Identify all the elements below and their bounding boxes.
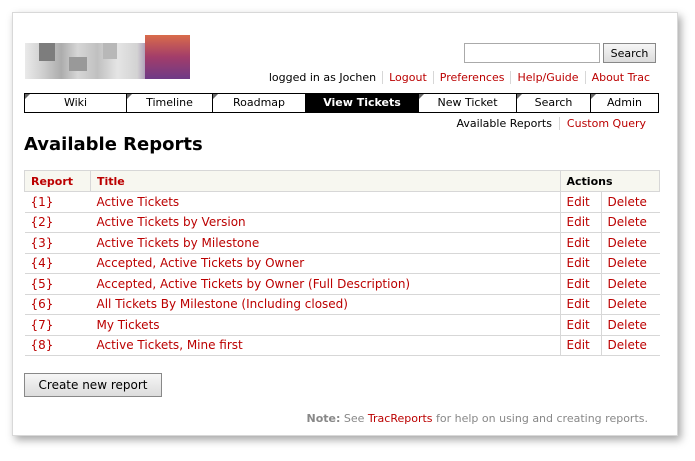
report-id-link[interactable]: {2} <box>24 212 91 233</box>
tab-admin[interactable]: Admin <box>590 94 658 112</box>
table-row: {8} Active Tickets, Mine first Edit Dele… <box>24 335 660 356</box>
tab-corner-icon <box>127 94 132 99</box>
edit-link[interactable]: Edit <box>559 314 601 336</box>
trac-window: Search logged in as Jochen Logout Prefer… <box>12 12 678 436</box>
actions-column-header: Actions <box>559 170 660 192</box>
tab-label: Roadmap <box>232 96 286 109</box>
tab-roadmap[interactable]: Roadmap <box>212 94 305 112</box>
tab-corner-icon <box>213 94 218 99</box>
table-row: {1} Active Tickets Edit Delete <box>24 191 660 213</box>
table-header-row: Report Title Actions <box>24 170 660 192</box>
tab-corner-icon <box>591 94 596 99</box>
note-pre-text: See <box>340 412 368 425</box>
table-row: {3} Active Tickets by Milestone Edit Del… <box>24 232 660 254</box>
tab-label: Wiki <box>63 96 88 109</box>
delete-link[interactable]: Delete <box>600 253 660 274</box>
meta-navigation: logged in as Jochen Logout Preferences H… <box>263 71 656 84</box>
table-row: {2} Active Tickets by Version Edit Delet… <box>24 212 660 233</box>
about-trac-link[interactable]: About Trac <box>584 71 656 84</box>
tab-view-tickets[interactable]: View Tickets <box>305 94 418 112</box>
tab-wiki[interactable]: Wiki <box>25 94 126 112</box>
report-id-link[interactable]: {8} <box>24 335 91 356</box>
edit-link[interactable]: Edit <box>559 191 601 213</box>
note-label: Note: <box>306 412 341 425</box>
table-row: {4} Accepted, Active Tickets by Owner Ed… <box>24 253 660 274</box>
tab-corner-icon <box>419 94 424 99</box>
search-input[interactable] <box>464 43 600 63</box>
report-title-link[interactable]: Active Tickets by Version <box>90 212 560 233</box>
tab-label: New Ticket <box>437 96 498 109</box>
report-title-link[interactable]: All Tickets By Milestone (Including clos… <box>90 294 560 315</box>
title-column-header[interactable]: Title <box>90 170 561 192</box>
page-title: Available Reports <box>24 134 203 155</box>
logged-in-text: logged in as Jochen <box>268 71 377 84</box>
edit-link[interactable]: Edit <box>559 273 601 295</box>
main-navigation: Wiki Timeline Roadmap View Tickets New T… <box>24 93 659 113</box>
report-column-header[interactable]: Report <box>24 170 91 192</box>
edit-link[interactable]: Edit <box>559 212 601 233</box>
preferences-link[interactable]: Preferences <box>432 71 511 84</box>
report-title-link[interactable]: Active Tickets by Milestone <box>90 232 560 254</box>
delete-link[interactable]: Delete <box>600 294 660 315</box>
report-id-link[interactable]: {1} <box>24 191 91 213</box>
pixelated-logo[interactable] <box>25 35 190 79</box>
logout-link[interactable]: Logout <box>382 71 433 84</box>
report-id-link[interactable]: {4} <box>24 253 91 274</box>
help-guide-link[interactable]: Help/Guide <box>510 71 584 84</box>
tab-label: Search <box>534 96 573 109</box>
delete-link[interactable]: Delete <box>600 273 660 295</box>
report-title-link[interactable]: Accepted, Active Tickets by Owner (Full … <box>90 273 560 295</box>
tab-timeline[interactable]: Timeline <box>126 94 212 112</box>
report-title-link[interactable]: Active Tickets, Mine first <box>90 335 560 356</box>
report-title-link[interactable]: Active Tickets <box>90 191 560 213</box>
edit-link[interactable]: Edit <box>559 253 601 274</box>
available-reports-current: Available Reports <box>456 117 552 130</box>
table-row: {5} Accepted, Active Tickets by Owner (F… <box>24 273 660 295</box>
delete-link[interactable]: Delete <box>600 232 660 254</box>
delete-link[interactable]: Delete <box>600 335 660 356</box>
context-navigation: Available Reports Custom Query <box>449 117 653 130</box>
note-post-text: for help on using and creating reports. <box>432 412 648 425</box>
tab-label: Timeline <box>146 96 193 109</box>
custom-query-link[interactable]: Custom Query <box>558 117 653 130</box>
table-row: {6} All Tickets By Milestone (Including … <box>24 294 660 315</box>
tab-label: View Tickets <box>323 96 401 109</box>
edit-link[interactable]: Edit <box>559 232 601 254</box>
help-note: Note: See TracReports for help on using … <box>307 412 649 425</box>
delete-link[interactable]: Delete <box>600 212 660 233</box>
tab-search[interactable]: Search <box>516 94 590 112</box>
report-id-link[interactable]: {6} <box>24 294 91 315</box>
report-title-link[interactable]: My Tickets <box>90 314 560 336</box>
tab-corner-icon <box>25 94 30 99</box>
tab-label: Admin <box>606 96 643 109</box>
report-id-link[interactable]: {7} <box>24 314 91 336</box>
reports-table: Report Title Actions {1} Active Tickets … <box>24 170 660 356</box>
tab-corner-icon <box>517 94 522 99</box>
delete-link[interactable]: Delete <box>600 314 660 336</box>
trac-reports-link[interactable]: TracReports <box>368 412 433 425</box>
edit-link[interactable]: Edit <box>559 294 601 315</box>
tab-new-ticket[interactable]: New Ticket <box>418 94 516 112</box>
report-id-link[interactable]: {5} <box>24 273 91 295</box>
report-title-link[interactable]: Accepted, Active Tickets by Owner <box>90 253 560 274</box>
edit-link[interactable]: Edit <box>559 335 601 356</box>
report-id-link[interactable]: {3} <box>24 232 91 254</box>
create-new-report-button[interactable]: Create new report <box>24 373 162 397</box>
search-button[interactable]: Search <box>603 43 656 63</box>
delete-link[interactable]: Delete <box>600 191 660 213</box>
table-row: {7} My Tickets Edit Delete <box>24 314 660 336</box>
